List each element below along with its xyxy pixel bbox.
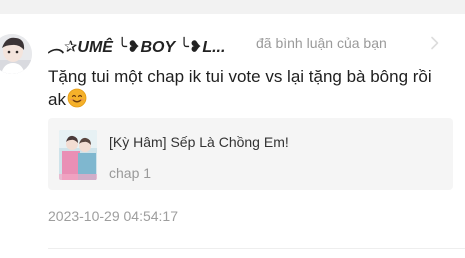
linked-manga-card[interactable]: [Kỳ Hâm] Sếp Là Chồng Em! chap 1 <box>48 118 453 190</box>
manga-title: [Kỳ Hâm] Sếp Là Chồng Em! <box>109 134 289 150</box>
comment-text: Tặng tui một chap ik tui vote vs lại tặn… <box>48 67 432 109</box>
comment-body: Tặng tui một chap ik tui vote vs lại tặn… <box>48 66 453 114</box>
notification-action-text: đã bình luận của bạn <box>256 35 387 51</box>
comment-notification-card[interactable]: ︵✰UMÊ ╰❥BOY ╰❥L... đã bình luận của bạn … <box>0 14 465 258</box>
top-separator-band <box>0 0 465 14</box>
manga-cover-thumbnail <box>59 130 97 180</box>
manga-chapter: chap 1 <box>109 165 152 181</box>
commenter-username[interactable]: ︵✰UMÊ ╰❥BOY ╰❥L... <box>48 33 225 57</box>
smiling-face-emoji-icon <box>67 88 87 114</box>
comment-timestamp: 2023-10-29 04:54:17 <box>48 208 178 224</box>
user-avatar[interactable] <box>0 34 32 74</box>
chevron-right-icon[interactable] <box>430 36 440 55</box>
avatar-image <box>0 34 32 74</box>
divider <box>48 248 465 249</box>
